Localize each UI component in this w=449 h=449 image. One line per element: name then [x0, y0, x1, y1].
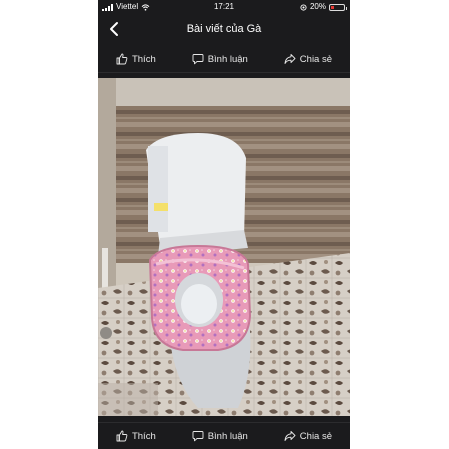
battery-icon: [329, 3, 347, 11]
like-button[interactable]: Thích: [116, 430, 156, 442]
page-title: Bài viết của Gà: [186, 23, 262, 35]
like-button[interactable]: Thích: [116, 53, 156, 65]
share-label: Chia sẻ: [299, 53, 333, 65]
comment-bubble-icon: [192, 54, 204, 65]
battery-percent: 20%: [309, 2, 326, 11]
share-arrow-icon: [284, 54, 296, 64]
title-bar: Bài viết của Gà: [98, 14, 350, 46]
share-button[interactable]: Chia sẻ: [284, 430, 332, 442]
status-right: 20%: [300, 0, 347, 14]
share-label: Chia sẻ: [299, 430, 333, 442]
location-icon: [300, 3, 307, 11]
status-bar: Viettel 17:21 20%: [98, 0, 350, 14]
like-label: Thích: [131, 430, 156, 442]
share-button[interactable]: Chia sẻ: [284, 53, 332, 65]
share-arrow-icon: [284, 431, 296, 441]
comment-label: Bình luận: [207, 53, 248, 65]
comment-button[interactable]: Bình luận: [192, 430, 248, 442]
thumbs-up-icon: [116, 430, 128, 442]
toilet-photo-illustration: [98, 78, 350, 416]
like-label: Thích: [131, 53, 156, 65]
thumbs-up-icon: [116, 53, 128, 65]
comment-label: Bình luận: [207, 430, 248, 442]
phone-screen: Viettel 17:21 20% Bài viết của Gà Thích …: [98, 0, 350, 449]
comment-bubble-icon: [192, 431, 204, 442]
comment-button[interactable]: Bình luận: [192, 53, 248, 65]
action-bar-bottom: Thích Bình luận Chia sẻ: [98, 422, 350, 449]
post-photo[interactable]: [98, 78, 350, 416]
action-bar-top: Thích Bình luận Chia sẻ: [98, 46, 350, 73]
